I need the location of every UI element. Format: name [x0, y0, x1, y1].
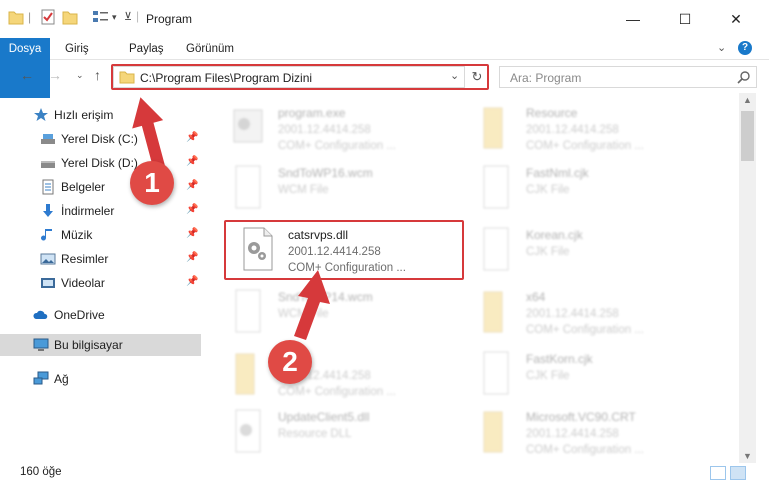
step-badge-2: 2 [268, 340, 312, 384]
status-bar: 160 öğe [0, 462, 769, 482]
large-icons-view-icon[interactable] [730, 466, 746, 480]
annotation-overlay [132, 97, 330, 340]
arrow-to-file [294, 270, 330, 340]
step-badge-1: 1 [130, 161, 174, 205]
item-count: 160 öğe [20, 466, 62, 478]
details-view-icon[interactable] [710, 466, 726, 480]
